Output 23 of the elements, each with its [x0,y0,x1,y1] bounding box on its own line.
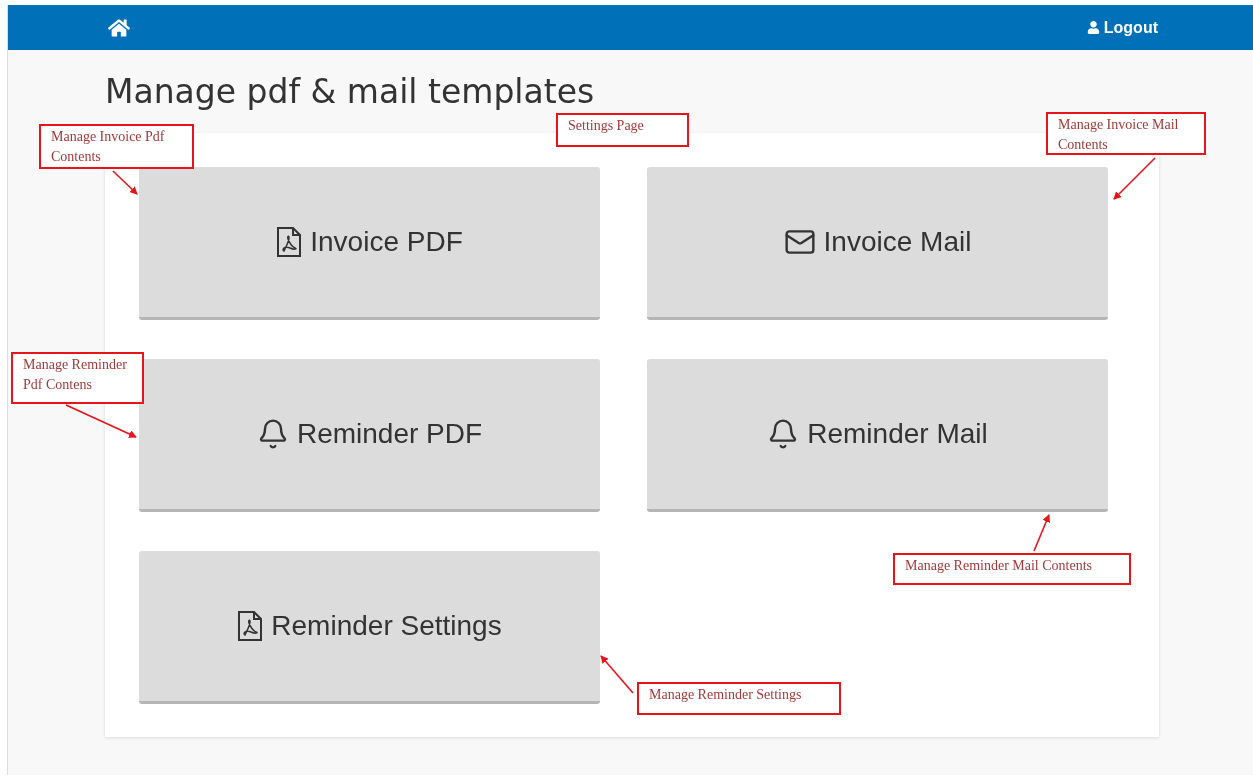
template-tile-button[interactable]: Invoice PDF [139,167,600,320]
page-title: Manage pdf & mail templates [105,72,596,111]
template-tile-button[interactable]: Invoice Mail [647,167,1108,320]
annotation-arrow [600,655,634,694]
pdf-file-icon [276,226,303,258]
user-icon [1086,21,1100,34]
home-link[interactable] [108,16,130,39]
template-tile-button[interactable]: Reminder PDF [139,359,600,512]
annotation-callout: Manage Invoice Pdf Contents [39,124,194,169]
annotation-callout: Settings Page [556,113,689,147]
logout-link[interactable]: Logout [1086,18,1158,37]
annotation-callout: Manage Reminder Pdf Contens [11,352,144,404]
annotation-arrow [1033,514,1050,552]
annotation-arrow [65,404,137,438]
template-tile-button[interactable]: Reminder Settings [139,551,600,704]
pdf-file-icon [237,610,264,642]
annotation-callout: Manage Reminder Settings [637,682,841,715]
home-icon [108,16,130,39]
template-tile-button[interactable]: Reminder Mail [647,359,1108,512]
annotation-callout: Manage Invoice Mail Contents [1046,112,1206,155]
annotation-arrow [1113,157,1156,200]
annotation-callout: Manage Reminder Mail Contents [893,553,1131,585]
annotation-arrow [112,170,138,195]
